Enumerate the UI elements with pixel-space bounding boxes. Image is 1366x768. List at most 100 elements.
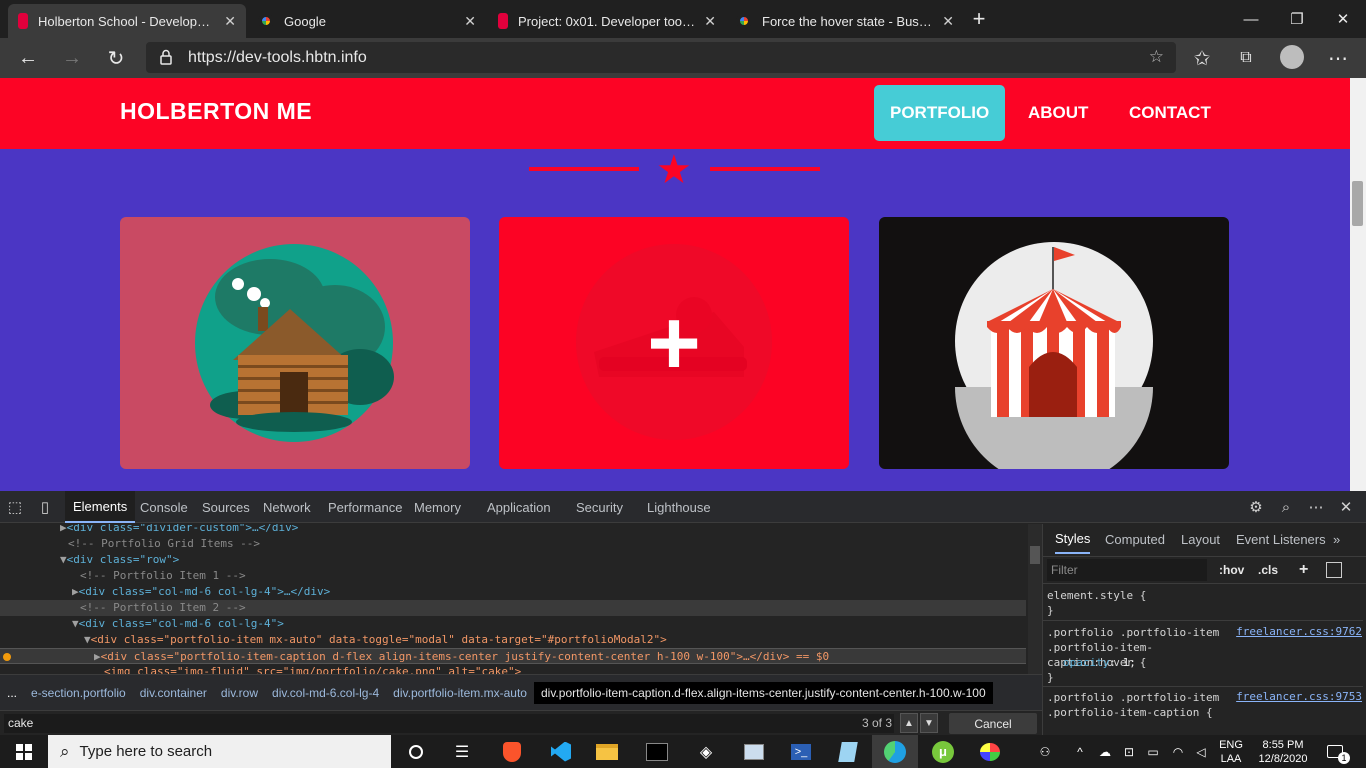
clock[interactable]: 8:55 PM 12/8/2020 bbox=[1254, 735, 1312, 768]
css-property[interactable]: opacity bbox=[1063, 656, 1109, 669]
terminal-icon[interactable] bbox=[634, 735, 680, 768]
brave-icon[interactable] bbox=[489, 735, 535, 768]
devtools-tab-application[interactable]: Application bbox=[487, 491, 551, 523]
browser-tab-holberton[interactable]: Holberton School - Developer to ✕ bbox=[8, 4, 246, 38]
dom-node-selected[interactable]: ▶<div class="portfolio-item-caption d-fl… bbox=[0, 648, 1026, 664]
page-scrollbar[interactable] bbox=[1350, 78, 1366, 491]
tab-computed[interactable]: Computed bbox=[1105, 524, 1165, 554]
css-source-link[interactable]: freelancer.css:9762 bbox=[1236, 625, 1362, 638]
favorites-icon[interactable]: ✩ bbox=[1182, 38, 1222, 78]
portfolio-item-circus[interactable] bbox=[879, 217, 1229, 469]
dom-node[interactable]: ▼<div class="col-md-6 col-lg-4"> bbox=[0, 616, 1026, 632]
settings-gear-icon[interactable]: ⚙ bbox=[1241, 491, 1271, 523]
css-source-link[interactable]: freelancer.css:9753 bbox=[1236, 690, 1362, 703]
close-icon[interactable]: ✕ bbox=[464, 13, 476, 30]
dom-search-input[interactable]: cake bbox=[4, 714, 894, 733]
unity-icon[interactable]: ◈ bbox=[683, 735, 729, 768]
search-next-icon[interactable]: ▼ bbox=[920, 713, 938, 733]
breadcrumb-overflow[interactable]: ... bbox=[0, 686, 24, 700]
tab-styles[interactable]: Styles bbox=[1055, 524, 1091, 554]
favorite-star-icon[interactable]: ☆ bbox=[1149, 47, 1164, 67]
styles-filter-input[interactable]: Filter bbox=[1047, 559, 1207, 581]
battery-icon[interactable]: ▭ bbox=[1142, 735, 1164, 768]
dom-comment[interactable]: <!-- Portfolio Item 2 --> bbox=[0, 600, 1026, 616]
devtools-tab-console[interactable]: Console bbox=[140, 491, 188, 523]
css-declaration[interactable]: opacity: 1; bbox=[1063, 655, 1136, 670]
breadcrumb-item-active[interactable]: div.portfolio-item-caption.d-flex.align-… bbox=[533, 681, 993, 704]
breadcrumb-item[interactable]: div.portfolio-item.mx-auto bbox=[386, 686, 534, 700]
windows-start-icon[interactable] bbox=[0, 735, 48, 768]
notepad-icon[interactable] bbox=[825, 735, 871, 768]
toggle-sidebar-icon[interactable] bbox=[1326, 562, 1342, 578]
close-icon[interactable]: ✕ bbox=[704, 13, 716, 30]
dom-comment[interactable]: <!-- Portfolio Item 1 --> bbox=[0, 568, 1026, 584]
wifi-icon[interactable]: ◠ bbox=[1167, 735, 1189, 768]
dom-node[interactable]: ▶<div class="divider-custom">…</div> bbox=[0, 524, 1026, 536]
elements-scrollbar-thumb[interactable] bbox=[1030, 546, 1040, 564]
tab-event-listeners[interactable]: Event Listeners bbox=[1236, 524, 1326, 554]
dom-node[interactable]: ▼<div class="row"> bbox=[0, 552, 1026, 568]
devtools-tab-network[interactable]: Network bbox=[263, 491, 311, 523]
browser-tab-google[interactable]: Google ✕ bbox=[248, 4, 486, 38]
expand-triangle-icon[interactable]: ▶ bbox=[60, 524, 67, 534]
breadcrumb-item[interactable]: div.row bbox=[214, 686, 265, 700]
search-cancel-button[interactable]: Cancel bbox=[949, 713, 1037, 734]
search-previous-icon[interactable]: ▲ bbox=[900, 713, 918, 733]
close-window-icon[interactable]: ✕ bbox=[1320, 0, 1366, 38]
css-value[interactable]: 1; bbox=[1123, 656, 1136, 669]
devtools-tab-sources[interactable]: Sources bbox=[202, 491, 250, 523]
paint-palette-icon[interactable] bbox=[967, 735, 1013, 768]
powershell-icon[interactable]: >_ bbox=[778, 735, 824, 768]
devtools-tab-lighthouse[interactable]: Lighthouse bbox=[647, 491, 711, 523]
dom-node[interactable]: ▶<div class="col-md-6 col-lg-4">…</div> bbox=[0, 584, 1026, 600]
page-scrollbar-thumb[interactable] bbox=[1352, 181, 1363, 226]
volume-icon[interactable]: ◁ bbox=[1190, 735, 1212, 768]
close-devtools-icon[interactable]: ✕ bbox=[1331, 491, 1361, 523]
paint-icon[interactable] bbox=[731, 735, 777, 768]
tray-chevron-icon[interactable]: ^ bbox=[1071, 735, 1089, 768]
more-tabs-icon[interactable]: » bbox=[1333, 524, 1340, 554]
class-toggle[interactable]: .cls bbox=[1258, 559, 1278, 581]
dom-node[interactable]: <img class="img-fluid" src="img/portfoli… bbox=[0, 664, 1026, 674]
file-explorer-icon[interactable] bbox=[584, 735, 630, 768]
breadcrumb-item[interactable]: e-section.portfolio bbox=[24, 686, 133, 700]
devtools-tab-elements[interactable]: Elements bbox=[65, 491, 136, 523]
expand-triangle-icon[interactable]: ▶ bbox=[94, 650, 101, 663]
back-arrow-icon[interactable]: ← bbox=[8, 38, 48, 78]
devtools-tab-memory[interactable]: Memory bbox=[414, 491, 461, 523]
collapse-triangle-icon[interactable]: ▼ bbox=[60, 553, 67, 566]
task-view-icon[interactable] bbox=[393, 735, 439, 768]
css-rule-selector[interactable]: element.style { bbox=[1047, 588, 1146, 603]
language-indicator[interactable]: ENG LAA bbox=[1218, 735, 1244, 768]
nav-about[interactable]: ABOUT bbox=[1012, 85, 1104, 141]
widgets-icon[interactable]: ☰ bbox=[439, 735, 485, 768]
devtools-tab-performance[interactable]: Performance bbox=[328, 491, 402, 523]
restore-icon[interactable]: ❐ bbox=[1274, 0, 1320, 38]
utorrent-icon[interactable]: μ bbox=[920, 735, 966, 768]
nav-contact[interactable]: CONTACT bbox=[1113, 85, 1227, 141]
nav-portfolio[interactable]: PORTFOLIO bbox=[874, 85, 1006, 141]
breadcrumb-item[interactable]: div.col-md-6.col-lg-4 bbox=[265, 686, 386, 700]
inspect-element-icon[interactable]: ⬚ bbox=[0, 491, 30, 523]
css-rule-selector[interactable]: .portfolio .portfolio-item .portfolio-it… bbox=[1047, 690, 1227, 720]
tab-layout[interactable]: Layout bbox=[1181, 524, 1220, 554]
notifications-icon[interactable]: 1 bbox=[1322, 735, 1350, 768]
vscode-icon[interactable] bbox=[538, 735, 584, 768]
device-toolbar-icon[interactable]: ▯ bbox=[30, 491, 60, 523]
dom-node[interactable]: ▼<div class="portfolio-item mx-auto" dat… bbox=[0, 632, 1026, 648]
hover-state-toggle[interactable]: :hov bbox=[1219, 559, 1244, 581]
portfolio-item-cake[interactable]: + bbox=[499, 217, 849, 469]
new-tab-button[interactable]: + bbox=[968, 8, 990, 30]
site-brand[interactable]: HOLBERTON ME bbox=[120, 98, 312, 125]
forward-arrow-icon[interactable]: → bbox=[52, 38, 92, 78]
edge-icon[interactable] bbox=[872, 735, 918, 768]
onedrive-icon[interactable]: ☁ bbox=[1094, 735, 1116, 768]
browser-tab-project[interactable]: Project: 0x01. Developer tools | H ✕ bbox=[488, 4, 726, 38]
profile-avatar[interactable] bbox=[1280, 45, 1304, 69]
devtools-tab-security[interactable]: Security bbox=[576, 491, 623, 523]
feedback-icon[interactable]: ⌕ bbox=[1271, 491, 1301, 523]
collapse-triangle-icon[interactable]: ▼ bbox=[84, 633, 91, 646]
address-bar[interactable]: https://dev-tools.hbtn.info ☆ bbox=[146, 42, 1176, 73]
new-rule-icon[interactable]: + bbox=[1299, 559, 1308, 581]
collections-icon[interactable]: ⧉ bbox=[1226, 38, 1266, 78]
